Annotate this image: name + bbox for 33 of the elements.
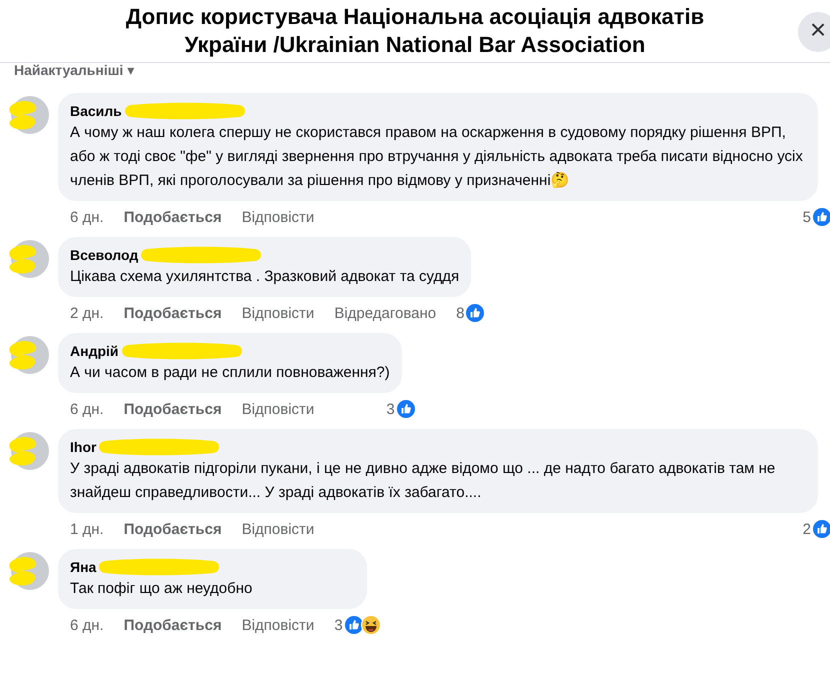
reaction-count: 3 [334, 616, 343, 634]
post-title: Допис користувача Національна асоціація адвокатів України /Ukrainian National Bar Association [124, 3, 706, 59]
reply-link[interactable]: Відповісти [242, 616, 314, 634]
comment-text: Так пофіг що аж неудобно [70, 579, 254, 599]
reaction-count: 2 [802, 520, 811, 538]
reaction-count: 8 [456, 304, 464, 322]
reply-link[interactable]: Відповісти [242, 208, 314, 226]
reaction-count: 3 [386, 400, 395, 418]
comment-time: 6 дн. [70, 208, 104, 226]
like-link[interactable]: Подобається [124, 304, 222, 322]
reply-link[interactable]: Відповісти [242, 520, 314, 538]
author-name: Всеволод [70, 246, 138, 264]
comment-text: А чому ж наш колега спершу не скористався правом на оскарження в судовому порядку рішення ВРП, або ж тоді своє "фе" у вигляді звернення про втручання у діяльність адвоката треба писати відносно усіх членів ВРП, які проголосували за рішення про відмову у призначенні🤔 [70, 123, 804, 191]
comment-text: У зраді адвокатів підгоріли пукани, і це не дивно адже відомо що ... де надто багато адвокатів там не знайдеш справедливости... У зраді адвокатів їх забагато.... [70, 459, 776, 503]
like-link[interactable]: Подобається [124, 616, 222, 634]
reaction-count: 5 [802, 208, 811, 226]
close-button[interactable]: × [798, 12, 830, 52]
comment-time: 6 дн. [70, 616, 104, 634]
author-name: Василь [70, 102, 122, 120]
like-link[interactable]: Подобається [124, 520, 222, 538]
author-name: Ihor [70, 438, 96, 456]
comment-text: Цікава схема ухилянтства . Зразковий адвокат та суддя [70, 267, 460, 287]
edited-label: Відредаговано [334, 304, 436, 322]
comment-time: 2 дн. [70, 304, 104, 322]
author-name: Андрій [70, 342, 119, 360]
author-name: Яна [70, 558, 96, 576]
comment-time: 6 дн. [70, 400, 104, 418]
like-link[interactable]: Подобається [124, 400, 222, 418]
comment-text: А чи часом в ради не сплили повноваження?) [70, 363, 390, 383]
comment-time: 1 дн. [70, 520, 104, 538]
reply-link[interactable]: Відповісти [242, 400, 314, 418]
reply-link[interactable]: Відповісти [242, 304, 314, 322]
like-link[interactable]: Подобається [124, 208, 222, 226]
